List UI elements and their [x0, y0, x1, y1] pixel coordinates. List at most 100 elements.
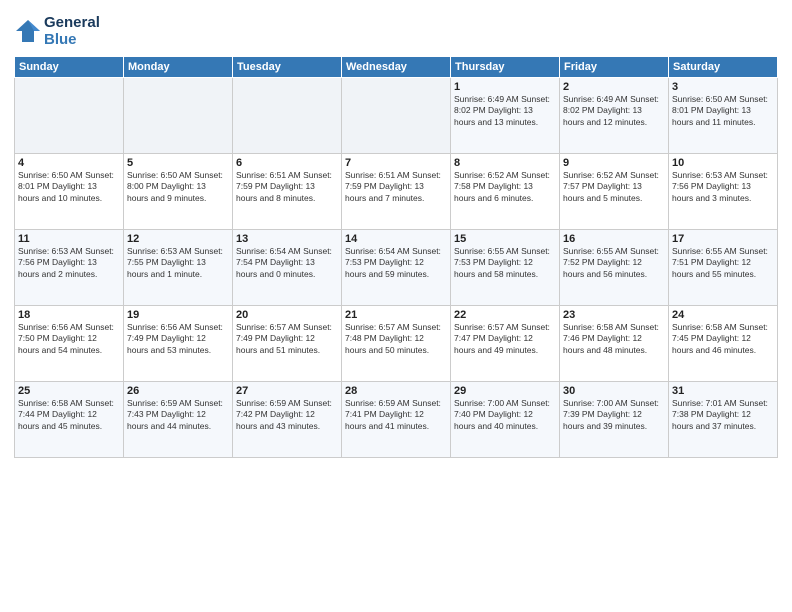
day-number: 29 [454, 385, 556, 397]
day-number: 20 [236, 309, 338, 321]
day-info: Sunrise: 6:57 AM Sunset: 7:47 PM Dayligh… [454, 322, 556, 356]
day-number: 30 [563, 385, 665, 397]
calendar-cell: 10Sunrise: 6:53 AM Sunset: 7:56 PM Dayli… [669, 154, 778, 230]
calendar-cell: 18Sunrise: 6:56 AM Sunset: 7:50 PM Dayli… [15, 306, 124, 382]
calendar-cell: 9Sunrise: 6:52 AM Sunset: 7:57 PM Daylig… [560, 154, 669, 230]
day-info: Sunrise: 6:57 AM Sunset: 7:48 PM Dayligh… [345, 322, 447, 356]
calendar-cell: 19Sunrise: 6:56 AM Sunset: 7:49 PM Dayli… [124, 306, 233, 382]
day-number: 8 [454, 157, 556, 169]
day-number: 12 [127, 233, 229, 245]
day-info: Sunrise: 6:50 AM Sunset: 8:00 PM Dayligh… [127, 170, 229, 204]
day-info: Sunrise: 6:56 AM Sunset: 7:49 PM Dayligh… [127, 322, 229, 356]
calendar-cell: 3Sunrise: 6:50 AM Sunset: 8:01 PM Daylig… [669, 78, 778, 154]
calendar-cell: 29Sunrise: 7:00 AM Sunset: 7:40 PM Dayli… [451, 382, 560, 458]
day-info: Sunrise: 7:00 AM Sunset: 7:39 PM Dayligh… [563, 398, 665, 432]
day-info: Sunrise: 6:49 AM Sunset: 8:02 PM Dayligh… [454, 94, 556, 128]
calendar-cell: 27Sunrise: 6:59 AM Sunset: 7:42 PM Dayli… [233, 382, 342, 458]
weekday-header-tuesday: Tuesday [233, 57, 342, 78]
day-number: 23 [563, 309, 665, 321]
day-number: 5 [127, 157, 229, 169]
calendar-cell: 21Sunrise: 6:57 AM Sunset: 7:48 PM Dayli… [342, 306, 451, 382]
weekday-header-saturday: Saturday [669, 57, 778, 78]
day-number: 22 [454, 309, 556, 321]
day-info: Sunrise: 6:58 AM Sunset: 7:44 PM Dayligh… [18, 398, 120, 432]
day-number: 16 [563, 233, 665, 245]
day-info: Sunrise: 7:00 AM Sunset: 7:40 PM Dayligh… [454, 398, 556, 432]
calendar-cell: 5Sunrise: 6:50 AM Sunset: 8:00 PM Daylig… [124, 154, 233, 230]
day-number: 26 [127, 385, 229, 397]
day-info: Sunrise: 6:50 AM Sunset: 8:01 PM Dayligh… [672, 94, 774, 128]
calendar-week-row: 25Sunrise: 6:58 AM Sunset: 7:44 PM Dayli… [15, 382, 778, 458]
calendar-table: SundayMondayTuesdayWednesdayThursdayFrid… [14, 56, 778, 458]
day-info: Sunrise: 6:55 AM Sunset: 7:52 PM Dayligh… [563, 246, 665, 280]
weekday-header-monday: Monday [124, 57, 233, 78]
day-number: 2 [563, 81, 665, 93]
calendar-cell: 31Sunrise: 7:01 AM Sunset: 7:38 PM Dayli… [669, 382, 778, 458]
day-info: Sunrise: 6:57 AM Sunset: 7:49 PM Dayligh… [236, 322, 338, 356]
day-info: Sunrise: 6:52 AM Sunset: 7:57 PM Dayligh… [563, 170, 665, 204]
calendar-week-row: 1Sunrise: 6:49 AM Sunset: 8:02 PM Daylig… [15, 78, 778, 154]
calendar-cell: 2Sunrise: 6:49 AM Sunset: 8:02 PM Daylig… [560, 78, 669, 154]
calendar-cell: 26Sunrise: 6:59 AM Sunset: 7:43 PM Dayli… [124, 382, 233, 458]
day-number: 4 [18, 157, 120, 169]
calendar-cell [124, 78, 233, 154]
calendar-cell: 17Sunrise: 6:55 AM Sunset: 7:51 PM Dayli… [669, 230, 778, 306]
day-number: 19 [127, 309, 229, 321]
day-number: 21 [345, 309, 447, 321]
calendar-cell [233, 78, 342, 154]
day-number: 15 [454, 233, 556, 245]
day-number: 11 [18, 233, 120, 245]
page-container: General Blue SundayMondayTuesdayWednesda… [0, 0, 792, 464]
calendar-cell: 13Sunrise: 6:54 AM Sunset: 7:54 PM Dayli… [233, 230, 342, 306]
calendar-cell [342, 78, 451, 154]
day-number: 9 [563, 157, 665, 169]
day-info: Sunrise: 6:53 AM Sunset: 7:55 PM Dayligh… [127, 246, 229, 280]
day-info: Sunrise: 6:51 AM Sunset: 7:59 PM Dayligh… [345, 170, 447, 204]
day-number: 3 [672, 81, 774, 93]
day-number: 1 [454, 81, 556, 93]
weekday-header-friday: Friday [560, 57, 669, 78]
logo-text: General Blue [44, 14, 100, 48]
day-info: Sunrise: 6:54 AM Sunset: 7:53 PM Dayligh… [345, 246, 447, 280]
day-number: 25 [18, 385, 120, 397]
calendar-cell: 14Sunrise: 6:54 AM Sunset: 7:53 PM Dayli… [342, 230, 451, 306]
day-info: Sunrise: 6:58 AM Sunset: 7:45 PM Dayligh… [672, 322, 774, 356]
logo-icon [14, 17, 42, 45]
day-info: Sunrise: 6:58 AM Sunset: 7:46 PM Dayligh… [563, 322, 665, 356]
day-info: Sunrise: 6:59 AM Sunset: 7:41 PM Dayligh… [345, 398, 447, 432]
calendar-cell: 23Sunrise: 6:58 AM Sunset: 7:46 PM Dayli… [560, 306, 669, 382]
day-number: 14 [345, 233, 447, 245]
day-number: 7 [345, 157, 447, 169]
day-number: 13 [236, 233, 338, 245]
calendar-cell: 8Sunrise: 6:52 AM Sunset: 7:58 PM Daylig… [451, 154, 560, 230]
day-number: 17 [672, 233, 774, 245]
weekday-header-row: SundayMondayTuesdayWednesdayThursdayFrid… [15, 57, 778, 78]
day-number: 18 [18, 309, 120, 321]
day-info: Sunrise: 6:54 AM Sunset: 7:54 PM Dayligh… [236, 246, 338, 280]
logo: General Blue [14, 14, 100, 48]
calendar-cell: 22Sunrise: 6:57 AM Sunset: 7:47 PM Dayli… [451, 306, 560, 382]
day-info: Sunrise: 7:01 AM Sunset: 7:38 PM Dayligh… [672, 398, 774, 432]
day-number: 10 [672, 157, 774, 169]
calendar-cell: 4Sunrise: 6:50 AM Sunset: 8:01 PM Daylig… [15, 154, 124, 230]
day-info: Sunrise: 6:55 AM Sunset: 7:51 PM Dayligh… [672, 246, 774, 280]
day-info: Sunrise: 6:56 AM Sunset: 7:50 PM Dayligh… [18, 322, 120, 356]
weekday-header-wednesday: Wednesday [342, 57, 451, 78]
day-info: Sunrise: 6:50 AM Sunset: 8:01 PM Dayligh… [18, 170, 120, 204]
day-number: 24 [672, 309, 774, 321]
day-number: 31 [672, 385, 774, 397]
calendar-cell: 30Sunrise: 7:00 AM Sunset: 7:39 PM Dayli… [560, 382, 669, 458]
calendar-week-row: 11Sunrise: 6:53 AM Sunset: 7:56 PM Dayli… [15, 230, 778, 306]
calendar-cell: 16Sunrise: 6:55 AM Sunset: 7:52 PM Dayli… [560, 230, 669, 306]
calendar-cell: 28Sunrise: 6:59 AM Sunset: 7:41 PM Dayli… [342, 382, 451, 458]
day-number: 28 [345, 385, 447, 397]
calendar-week-row: 4Sunrise: 6:50 AM Sunset: 8:01 PM Daylig… [15, 154, 778, 230]
calendar-cell: 12Sunrise: 6:53 AM Sunset: 7:55 PM Dayli… [124, 230, 233, 306]
day-info: Sunrise: 6:59 AM Sunset: 7:43 PM Dayligh… [127, 398, 229, 432]
calendar-cell: 24Sunrise: 6:58 AM Sunset: 7:45 PM Dayli… [669, 306, 778, 382]
day-number: 6 [236, 157, 338, 169]
calendar-cell: 1Sunrise: 6:49 AM Sunset: 8:02 PM Daylig… [451, 78, 560, 154]
calendar-cell: 25Sunrise: 6:58 AM Sunset: 7:44 PM Dayli… [15, 382, 124, 458]
calendar-cell: 7Sunrise: 6:51 AM Sunset: 7:59 PM Daylig… [342, 154, 451, 230]
calendar-cell [15, 78, 124, 154]
